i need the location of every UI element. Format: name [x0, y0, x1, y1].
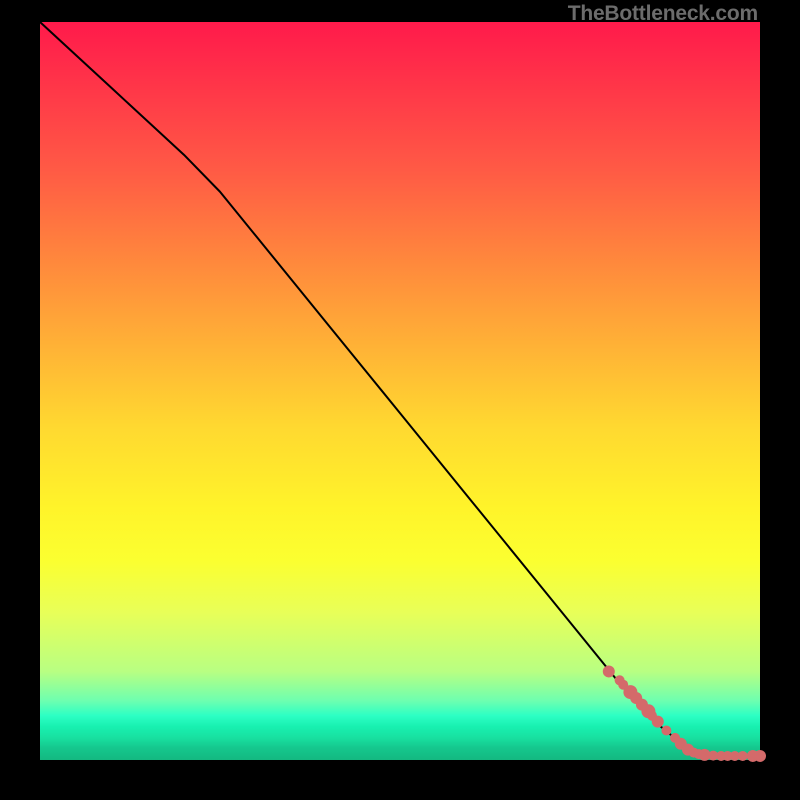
curve-line	[40, 22, 760, 756]
chart-frame: TheBottleneck.com	[0, 0, 800, 800]
data-point	[652, 716, 664, 728]
curve-path	[40, 22, 760, 756]
chart-overlay	[40, 22, 760, 760]
data-point	[754, 750, 766, 762]
data-point	[738, 751, 748, 761]
scatter-points	[603, 665, 766, 762]
data-point	[603, 665, 615, 677]
data-point	[661, 725, 671, 735]
